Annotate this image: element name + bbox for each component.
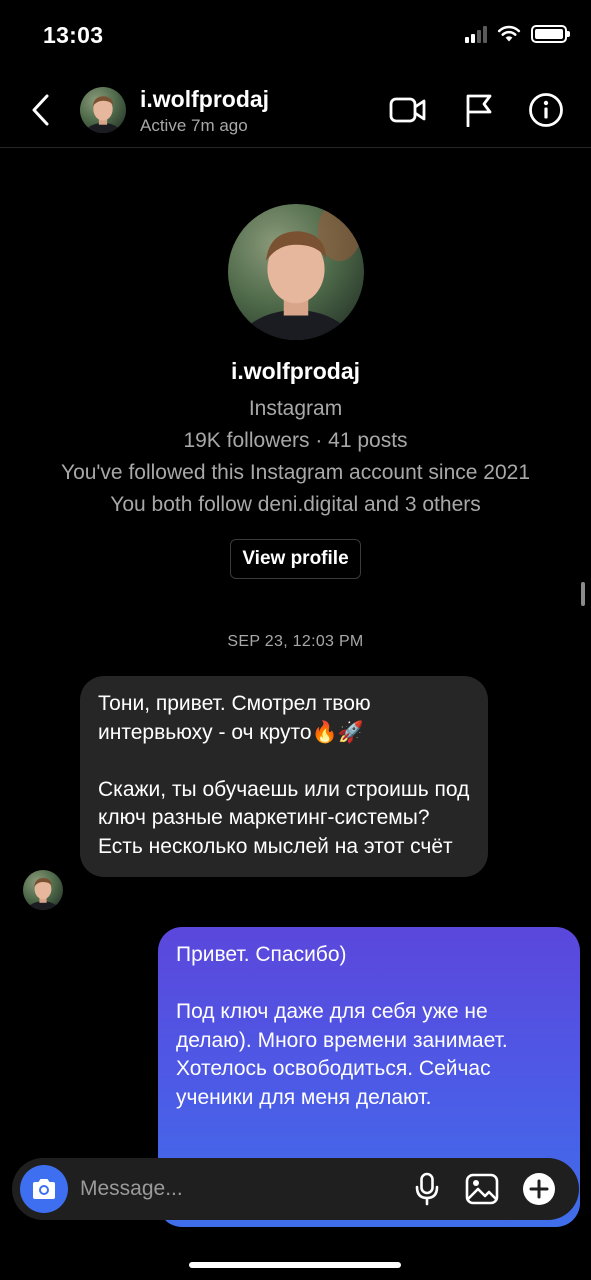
header-username[interactable]: i.wolfprodaj — [140, 86, 269, 113]
status-icons — [465, 25, 570, 43]
message-timestamp: SEP 23, 12:03 PM — [227, 633, 364, 650]
message-text: Скажи, ты обучаешь или строишь под ключ … — [98, 777, 470, 858]
avatar-photo — [80, 87, 126, 133]
camera-icon — [33, 1179, 55, 1199]
profile-stats: 19K followers · 41 posts — [183, 429, 408, 452]
plus-icon — [523, 1173, 555, 1205]
gallery-button[interactable] — [463, 1170, 501, 1208]
back-button[interactable] — [24, 90, 58, 130]
profile-card: i.wolfprodaj Instagram 19K followers · 4… — [0, 204, 591, 579]
scrollbar[interactable] — [581, 582, 585, 606]
incoming-message-bubble[interactable]: Тони, привет. Смотрел твою интервьюху - … — [80, 676, 488, 877]
microphone-icon — [415, 1172, 439, 1206]
more-options-button[interactable] — [520, 1170, 558, 1208]
profile-avatar[interactable] — [227, 204, 364, 340]
home-indicator[interactable] — [189, 1262, 401, 1268]
video-call-button[interactable] — [388, 90, 428, 130]
signal-icon — [465, 25, 487, 43]
back-chevron-icon — [32, 94, 49, 126]
avatar-photo — [227, 204, 364, 340]
gallery-icon — [465, 1173, 499, 1205]
message-text: Тони, привет. Смотрел твою интервьюху - … — [98, 692, 371, 744]
status-bar: 13:03 — [0, 0, 591, 70]
message-text: Привет. Спасибо) — [176, 943, 347, 966]
camera-button[interactable] — [20, 1165, 68, 1213]
wifi-icon — [497, 25, 521, 42]
header-active-status: Active 7m ago — [140, 116, 248, 135]
header-avatar[interactable] — [80, 87, 126, 133]
video-call-icon — [389, 97, 426, 123]
sender-avatar[interactable] — [23, 870, 63, 910]
flag-icon — [466, 94, 492, 127]
battery-icon — [531, 25, 570, 43]
status-time: 13:03 — [43, 22, 104, 48]
info-icon — [529, 93, 563, 127]
info-button[interactable] — [526, 90, 566, 130]
message-text: Под ключ даже для себя уже не делаю). Мн… — [176, 1000, 508, 1109]
message-input[interactable] — [80, 1174, 400, 1204]
profile-username: i.wolfprodaj — [230, 358, 361, 384]
profile-followed-since: You've followed this Instagram account s… — [60, 461, 531, 484]
message-composer — [12, 1158, 579, 1220]
view-profile-button[interactable]: View profile — [230, 539, 361, 579]
profile-platform: Instagram — [248, 397, 343, 420]
avatar-photo — [23, 870, 63, 910]
report-button[interactable] — [459, 90, 499, 130]
voice-message-button[interactable] — [408, 1170, 446, 1208]
chat-header: i.wolfprodaj Active 7m ago — [0, 72, 591, 148]
profile-mutual-follows: You both follow deni.digital and 3 other… — [110, 493, 481, 516]
